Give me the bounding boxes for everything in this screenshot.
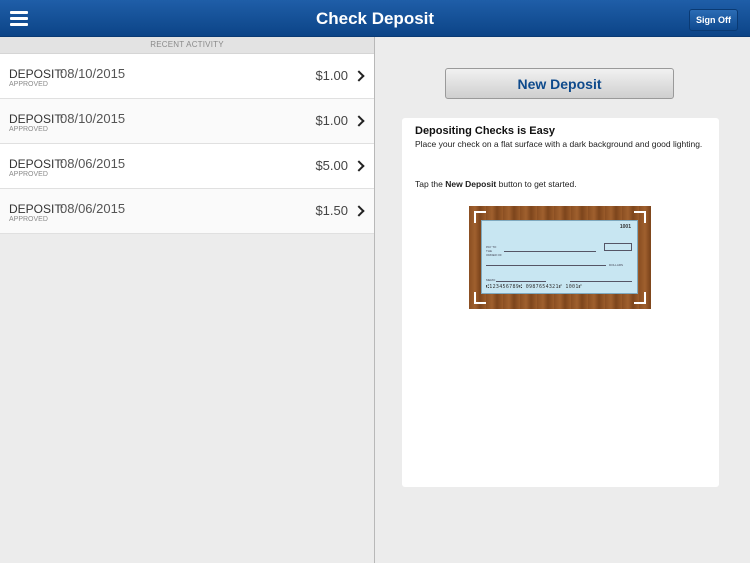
check-memo-label: MEMO [486, 278, 496, 282]
hamburger-menu-icon[interactable] [8, 8, 30, 28]
new-deposit-button[interactable]: New Deposit [445, 68, 674, 99]
chevron-right-icon [353, 70, 365, 82]
deposit-date: 08/10/2015 [60, 111, 126, 126]
frame-corner-icon [634, 211, 646, 223]
deposit-status: APPROVED [9, 126, 48, 133]
activity-row[interactable]: DEPOSIT: 08/06/2015 APPROVED $5.00 [0, 144, 374, 189]
tip-bold: New Deposit [445, 179, 497, 189]
deposit-date: 08/06/2015 [60, 201, 126, 216]
deposit-type-label: DEPOSIT: [9, 112, 64, 126]
amount-box [604, 243, 632, 251]
signature-line [570, 281, 632, 282]
tip-prefix: Tap the [415, 179, 446, 189]
chevron-right-icon [353, 160, 365, 172]
sign-off-button[interactable]: Sign Off [689, 9, 738, 31]
instructions-tip: Tap the New Deposit button to get starte… [415, 179, 577, 189]
activity-row[interactable]: DEPOSIT: 08/10/2015 APPROVED $1.00 [0, 54, 374, 99]
recent-activity-pane: RECENT ACTIVITY DEPOSIT: 08/10/2015 APPR… [0, 37, 375, 563]
deposit-amount: $5.00 [315, 158, 348, 173]
deposit-date: 08/06/2015 [60, 156, 126, 171]
instructions-card: Depositing Checks is Easy Place your che… [402, 118, 719, 487]
dollars-line [486, 265, 606, 266]
check-deposit-app: Check Deposit Sign Off RECENT ACTIVITY D… [0, 0, 750, 563]
chevron-right-icon [353, 115, 365, 127]
frame-corner-icon [474, 211, 486, 223]
check-micr-line: ⑆123456789⑆ 0987654321⑈ 1001⑈ [486, 284, 582, 290]
frame-corner-icon [474, 292, 486, 304]
chevron-right-icon [353, 205, 365, 217]
check-pay-label: PAY TO THE ORDER OF [486, 245, 502, 257]
page-title: Check Deposit [315, 9, 435, 28]
top-navigation-bar: Check Deposit Sign Off [0, 0, 750, 37]
deposit-status: APPROVED [9, 171, 48, 178]
check-dollars-label: DOLLARS [609, 263, 624, 267]
deposit-type-label: DEPOSIT: [9, 157, 64, 171]
memo-line [496, 281, 546, 282]
sample-check: 1001 PAY TO THE ORDER OF DOLLARS MEMO ⑆1… [481, 220, 638, 294]
deposit-type-label: DEPOSIT: [9, 202, 64, 216]
tip-suffix: button to get started. [496, 179, 577, 189]
deposit-status: APPROVED [9, 216, 48, 223]
activity-list: DEPOSIT: 08/10/2015 APPROVED $1.00 DEPOS… [0, 54, 374, 234]
frame-corner-icon [634, 292, 646, 304]
deposit-amount: $1.00 [315, 113, 348, 128]
instructions-body: Place your check on a flat surface with … [415, 139, 703, 149]
deposit-date: 08/10/2015 [60, 66, 126, 81]
check-illustration: 1001 PAY TO THE ORDER OF DOLLARS MEMO ⑆1… [469, 206, 651, 309]
deposit-amount: $1.50 [315, 203, 348, 218]
deposit-amount: $1.00 [315, 68, 348, 83]
instructions-title: Depositing Checks is Easy [415, 125, 555, 137]
deposit-status: APPROVED [9, 81, 48, 88]
recent-activity-header: RECENT ACTIVITY [0, 37, 374, 54]
check-number: 1001 [619, 224, 631, 230]
activity-row[interactable]: DEPOSIT: 08/06/2015 APPROVED $1.50 [0, 189, 374, 234]
deposit-type-label: DEPOSIT: [9, 67, 64, 81]
deposit-detail-pane: New Deposit Depositing Checks is Easy Pl… [375, 37, 750, 563]
activity-row[interactable]: DEPOSIT: 08/10/2015 APPROVED $1.00 [0, 99, 374, 144]
payee-line [504, 251, 596, 252]
